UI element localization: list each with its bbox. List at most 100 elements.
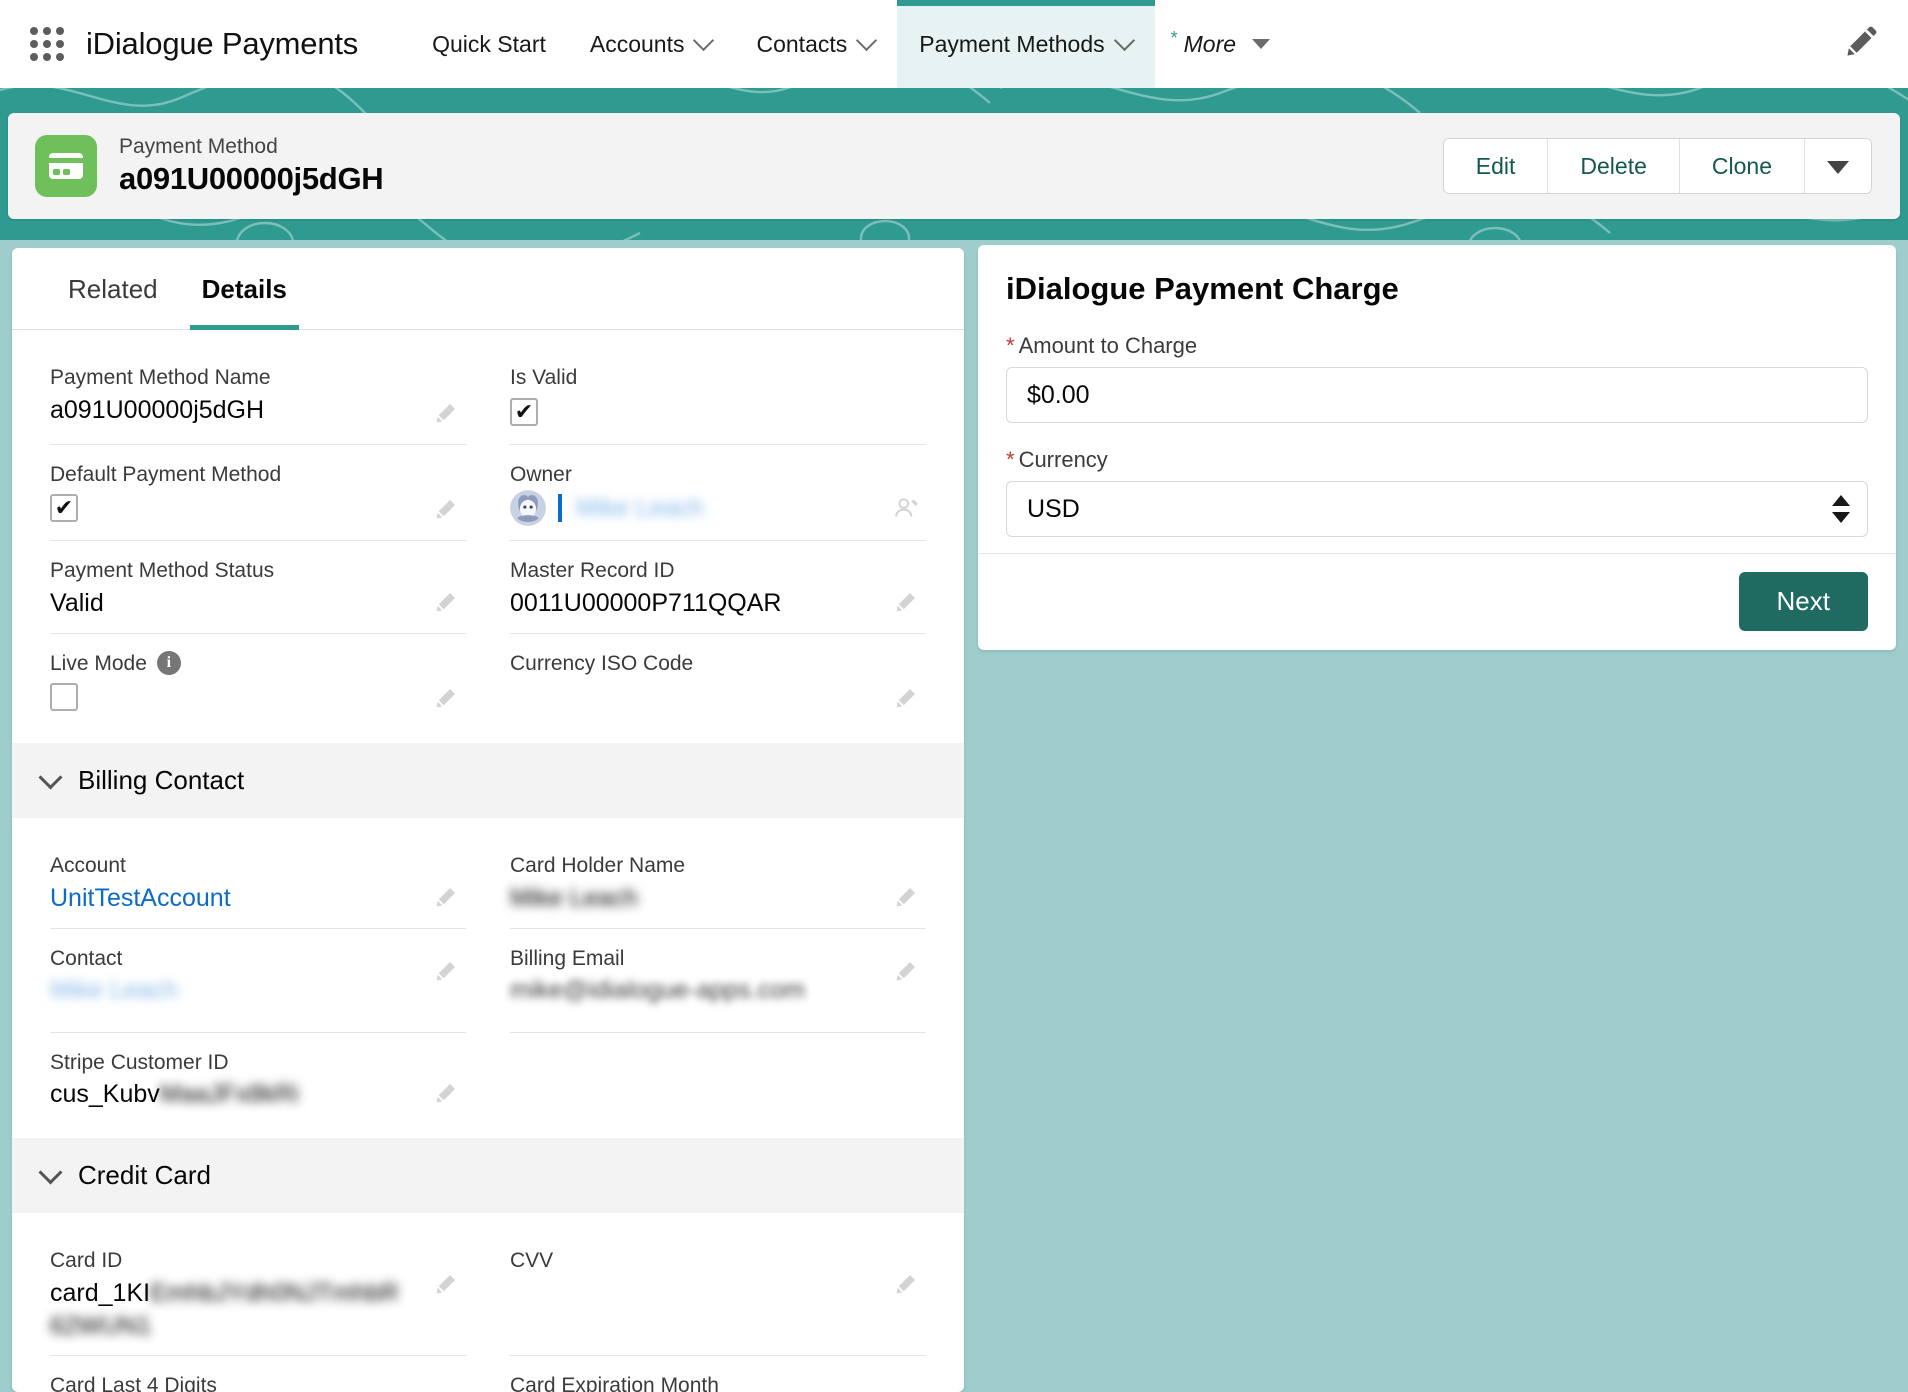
section-title: Billing Contact xyxy=(78,765,245,795)
inline-edit-pencil-icon[interactable] xyxy=(894,883,920,914)
field-row: Default Payment Method ✔ Owner Mike Leac… xyxy=(50,445,926,541)
app-title: iDialogue Payments xyxy=(86,26,359,61)
field-value: mike@idialogue-apps.com xyxy=(510,976,805,1004)
contact-link[interactable]: Mike Leach xyxy=(50,974,466,1008)
section-header-billing-contact[interactable]: Billing Contact xyxy=(12,743,964,818)
record-header: Payment Method a091U00000j5dGH Edit Dele… xyxy=(8,113,1900,219)
live-mode-checkbox[interactable] xyxy=(50,683,78,711)
field-row: Stripe Customer ID cus_KubvMaaJFx8kRi xyxy=(50,1033,926,1125)
field-is-valid: Is Valid ✔ xyxy=(510,348,926,445)
field-label: CVV xyxy=(510,1249,554,1272)
field-value: 0011U00000P711QQAR xyxy=(510,588,782,617)
nav-tab-list: Quick Start Accounts Contacts Payment Me… xyxy=(410,0,1286,88)
nav-tab-label: Payment Methods xyxy=(919,30,1105,57)
is-valid-checkbox[interactable]: ✔ xyxy=(510,397,538,426)
chevron-down-icon xyxy=(42,1167,60,1185)
pencil-icon[interactable] xyxy=(1844,25,1878,64)
field-label: Account xyxy=(50,854,126,877)
field-value: card_1KI xyxy=(50,1278,151,1307)
billing-contact-fields: Account UnitTestAccount Card Holder Name… xyxy=(12,818,964,1124)
field-label: Live Mode i xyxy=(50,648,466,680)
nav-more-menu[interactable]: * More xyxy=(1155,0,1286,88)
required-indicator: * xyxy=(1006,447,1015,472)
unsaved-changes-indicator: * xyxy=(1170,27,1178,48)
owner-name[interactable]: Mike Leach xyxy=(576,492,704,525)
account-link[interactable]: UnitTestAccount xyxy=(50,882,466,916)
field-live-mode: Live Mode i xyxy=(50,634,466,730)
chevron-down-icon[interactable] xyxy=(696,33,712,49)
record-action-group: Edit Delete Clone xyxy=(1442,138,1872,194)
tab-related[interactable]: Related xyxy=(46,248,180,329)
required-indicator: * xyxy=(1006,333,1015,358)
field-default-payment-method: Default Payment Method ✔ xyxy=(50,445,466,541)
app-launcher-icon[interactable] xyxy=(30,27,64,61)
inline-edit-pencil-icon[interactable] xyxy=(434,495,460,526)
field-row: Card Last 4 Digits Card Expiration Month xyxy=(50,1356,926,1392)
field-value: a091U00000j5dGH xyxy=(50,395,265,424)
field-row: Live Mode i Currency ISO Code xyxy=(50,634,926,730)
nav-tab-payment-methods[interactable]: Payment Methods xyxy=(897,0,1156,88)
chevron-down-icon[interactable] xyxy=(1117,33,1133,49)
field-label: Currency ISO Code xyxy=(510,651,694,675)
inline-edit-pencil-icon[interactable] xyxy=(434,957,460,988)
credit-card-fields: Card ID card_1KIEmhbJYdh0NJTmhbR62WUN1 C… xyxy=(12,1213,964,1392)
detail-fields: Payment Method Name a091U00000j5dGH Is V… xyxy=(12,330,964,729)
inline-edit-pencil-icon[interactable] xyxy=(434,1079,460,1110)
field-label: Payment Method Name xyxy=(50,366,271,389)
record-title: a091U00000j5dGH xyxy=(119,161,384,197)
inline-edit-pencil-icon[interactable] xyxy=(434,399,460,430)
field-contact: Contact Mike Leach xyxy=(50,929,466,1033)
field-value: Valid xyxy=(50,588,104,617)
field-label: Card ID xyxy=(50,1249,123,1272)
field-owner: Owner Mike Leach xyxy=(510,445,926,541)
caret-down-icon xyxy=(1827,160,1849,174)
nav-tab-contacts[interactable]: Contacts xyxy=(734,0,897,88)
field-payment-method-status: Payment Method Status Valid xyxy=(50,541,466,634)
field-value xyxy=(510,1277,926,1311)
amount-to-charge-input[interactable] xyxy=(1006,367,1868,423)
nav-more-label: More xyxy=(1183,30,1237,57)
more-actions-button[interactable] xyxy=(1805,139,1871,193)
field-account: Account UnitTestAccount xyxy=(50,836,466,929)
delete-button[interactable]: Delete xyxy=(1548,139,1680,193)
field-label: Stripe Customer ID xyxy=(50,1050,229,1074)
tab-details[interactable]: Details xyxy=(180,248,309,330)
field-label: Billing Email xyxy=(510,946,625,970)
field-row: Contact Mike Leach Billing Email mike@id… xyxy=(50,929,926,1033)
field-label: Card Holder Name xyxy=(510,854,686,877)
field-billing-email: Billing Email mike@idialogue-apps.com xyxy=(510,929,926,1033)
nav-tab-label: Quick Start xyxy=(432,30,546,57)
field-label: Contact xyxy=(50,946,123,970)
section-header-credit-card[interactable]: Credit Card xyxy=(12,1138,964,1213)
info-icon[interactable]: i xyxy=(156,651,181,676)
field-card-expiration-month: Card Expiration Month xyxy=(510,1356,926,1392)
inline-edit-pencil-icon[interactable] xyxy=(894,684,920,715)
field-card-holder-name: Card Holder Name Mike Leach xyxy=(510,836,926,929)
inline-edit-pencil-icon[interactable] xyxy=(434,1270,460,1301)
field-row: Account UnitTestAccount Card Holder Name… xyxy=(50,836,926,929)
inline-edit-pencil-icon[interactable] xyxy=(894,588,920,619)
inline-edit-pencil-icon[interactable] xyxy=(894,957,920,988)
chevron-down-icon[interactable] xyxy=(1252,39,1271,49)
nav-tab-accounts[interactable]: Accounts xyxy=(568,0,735,88)
nav-tab-quick-start[interactable]: Quick Start xyxy=(410,0,568,88)
chevron-down-icon[interactable] xyxy=(859,33,875,49)
inline-edit-pencil-icon[interactable] xyxy=(894,1270,920,1301)
field-row: Payment Method Status Valid Master Recor… xyxy=(50,541,926,634)
avatar xyxy=(510,490,546,526)
inline-edit-pencil-icon[interactable] xyxy=(434,883,460,914)
currency-input[interactable] xyxy=(1006,481,1868,537)
next-button[interactable]: Next xyxy=(1738,572,1868,631)
inline-edit-pencil-icon[interactable] xyxy=(434,588,460,619)
field-value-redacted: MaaJFx8kRi xyxy=(159,1080,299,1108)
record-object-type: Payment Method xyxy=(119,134,278,158)
inline-edit-pencil-icon[interactable] xyxy=(434,684,460,715)
nav-tab-label: Accounts xyxy=(589,30,685,57)
field-label: Owner xyxy=(510,462,572,486)
field-label: Master Record ID xyxy=(510,559,675,582)
clone-button[interactable]: Clone xyxy=(1679,139,1805,193)
change-owner-icon[interactable] xyxy=(894,495,920,526)
default-payment-method-checkbox[interactable]: ✔ xyxy=(50,494,78,522)
edit-button[interactable]: Edit xyxy=(1443,139,1549,193)
charge-panel-title: iDialogue Payment Charge xyxy=(1006,271,1399,306)
